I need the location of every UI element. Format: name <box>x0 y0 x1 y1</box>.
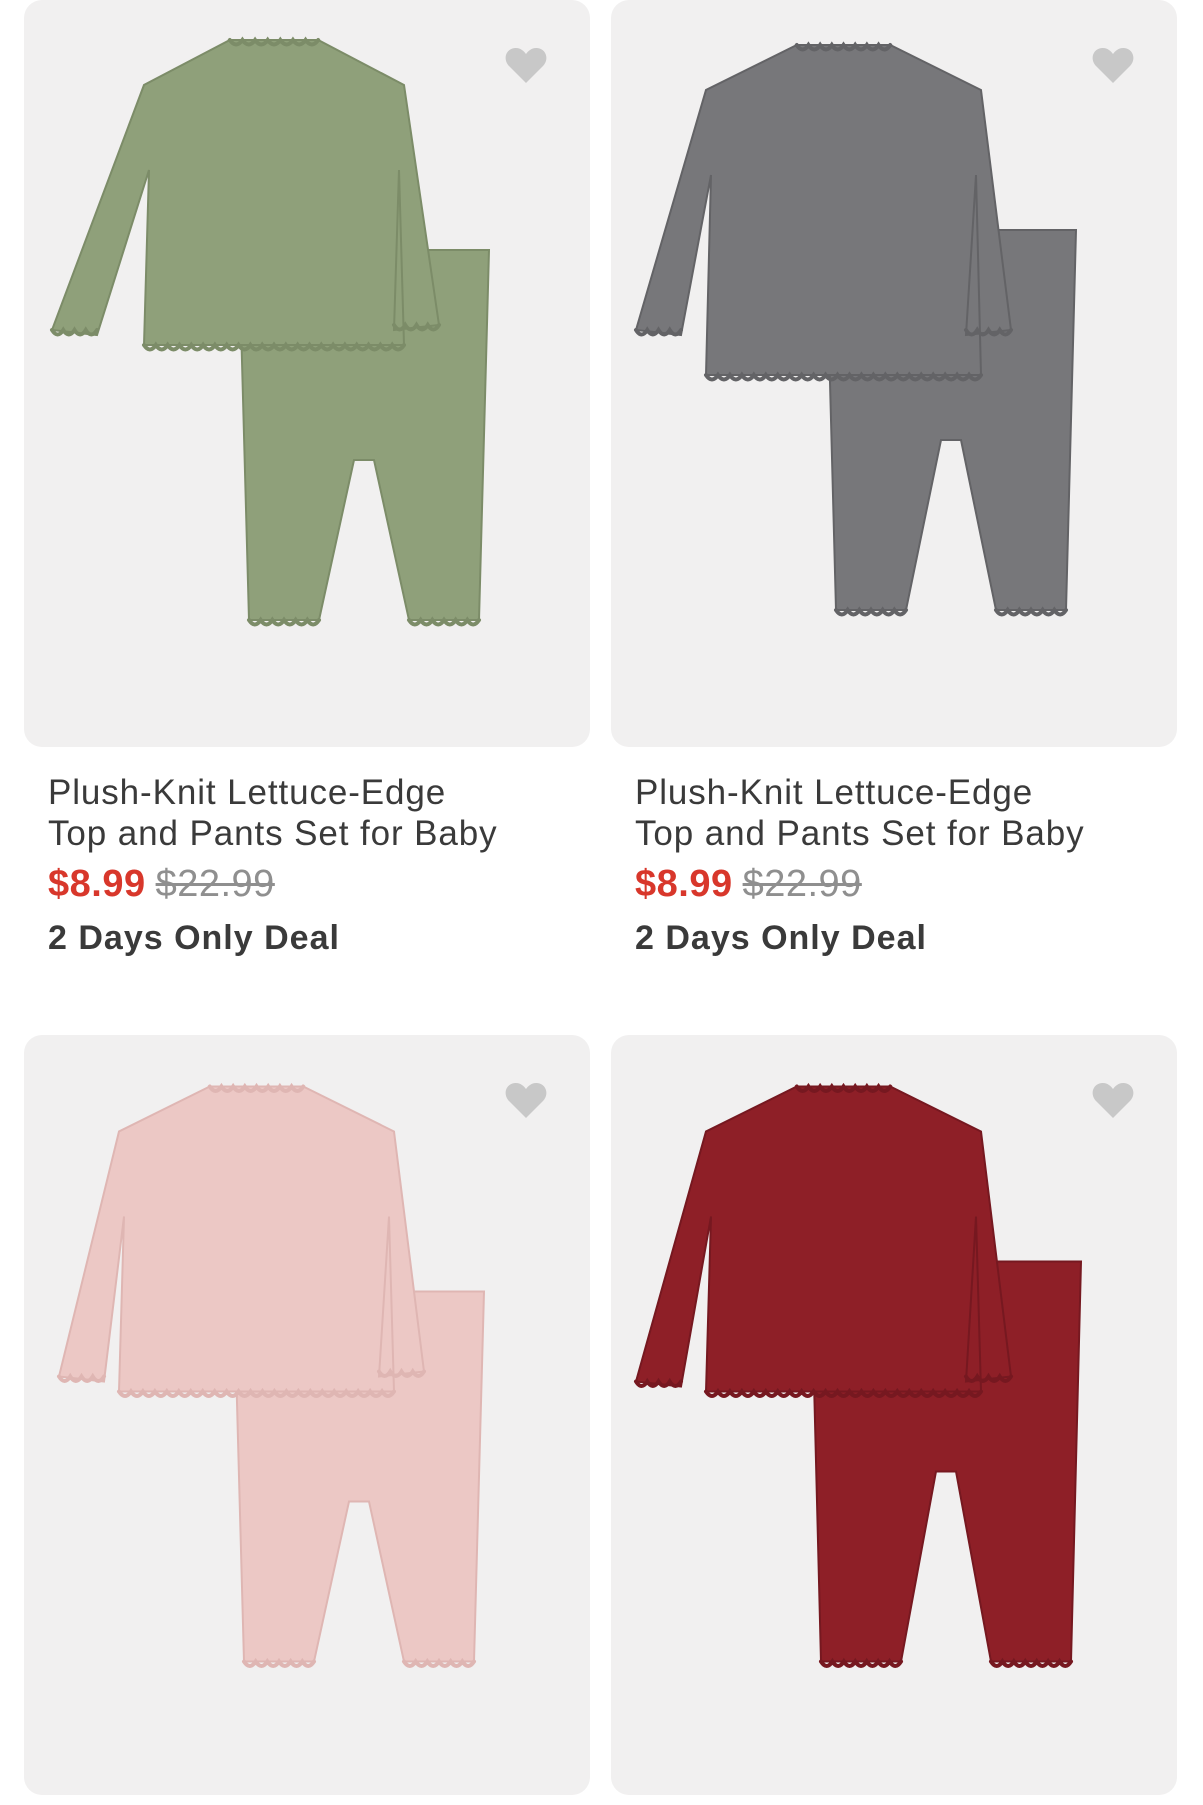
product-image[interactable] <box>24 0 590 747</box>
product-title-line: Plush-Knit Lettuce-Edge <box>48 773 447 812</box>
product-photo <box>634 41 1078 617</box>
product-card[interactable] <box>24 1035 590 1805</box>
garment-set <box>634 1082 1083 1668</box>
top-shape <box>634 44 1013 376</box>
top-shape <box>634 1085 1013 1393</box>
product-title-line: Top and Pants Set for Baby <box>48 814 498 853</box>
product-card[interactable]: Plush-Knit Lettuce-Edge Top and Pants Se… <box>24 0 590 960</box>
price-row: $8.99 $22.99 <box>635 862 862 906</box>
top-shape <box>50 39 441 346</box>
product-title-line: Top and Pants Set for Baby <box>635 814 1085 853</box>
favorite-heart-icon[interactable] <box>1091 45 1135 89</box>
product-card[interactable]: Plush-Knit Lettuce-Edge Top and Pants Se… <box>611 0 1177 960</box>
favorite-heart-icon[interactable] <box>504 45 548 89</box>
product-image[interactable] <box>611 1035 1177 1795</box>
top-shape <box>57 1085 426 1393</box>
original-price: $22.99 <box>155 863 275 905</box>
product-photo <box>50 36 491 627</box>
product-title-line: Plush-Knit Lettuce-Edge <box>635 773 1034 812</box>
favorite-heart-icon[interactable] <box>504 1080 548 1124</box>
deal-badge: 2 Days Only Deal <box>635 919 927 957</box>
original-price: $22.99 <box>742 863 862 905</box>
sale-price: $8.99 <box>48 863 146 905</box>
product-title[interactable]: Plush-Knit Lettuce-Edge Top and Pants Se… <box>635 772 1175 854</box>
product-title[interactable]: Plush-Knit Lettuce-Edge Top and Pants Se… <box>48 772 588 854</box>
price-row: $8.99 $22.99 <box>48 862 275 906</box>
product-photo <box>634 1082 1083 1668</box>
product-card[interactable] <box>611 1035 1177 1805</box>
garment-set <box>634 41 1078 617</box>
garment-set <box>57 1082 486 1668</box>
deal-badge: 2 Days Only Deal <box>48 919 340 957</box>
garment-set <box>50 36 491 627</box>
product-photo <box>57 1082 486 1668</box>
sale-price: $8.99 <box>635 863 733 905</box>
favorite-heart-icon[interactable] <box>1091 1080 1135 1124</box>
product-image[interactable] <box>24 1035 590 1795</box>
product-image[interactable] <box>611 0 1177 747</box>
